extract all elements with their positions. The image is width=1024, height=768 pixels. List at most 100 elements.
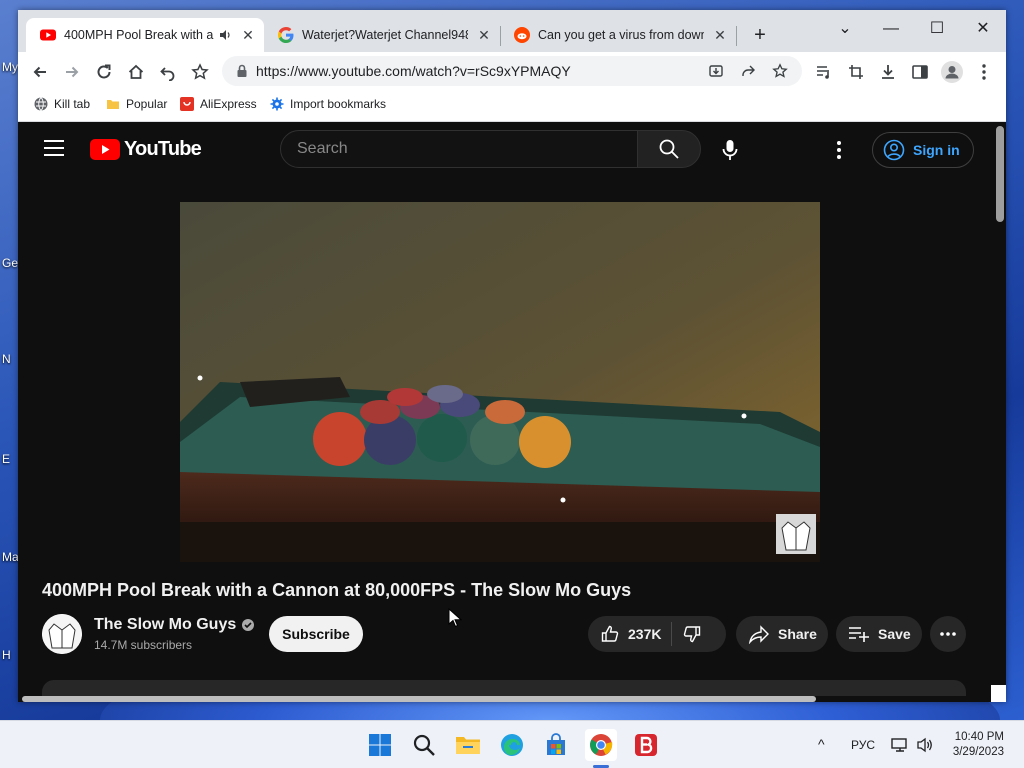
install-app-icon[interactable]: [706, 61, 726, 81]
b-app-icon[interactable]: [630, 729, 662, 761]
share-page-icon[interactable]: [738, 61, 758, 81]
bookmark-popular[interactable]: Popular: [106, 97, 167, 111]
taskbar: ^ РУС 10:40 PM 3/29/2023: [0, 720, 1024, 768]
bookmark-label: Import bookmarks: [290, 97, 387, 111]
close-tab-icon[interactable]: ✕: [712, 27, 728, 43]
chrome-icon[interactable]: [585, 729, 617, 761]
save-label: Save: [878, 626, 911, 642]
video-player[interactable]: [180, 202, 820, 562]
tab-title: Can you get a virus from downlo: [538, 28, 704, 42]
edge-icon[interactable]: [496, 729, 528, 761]
youtube-wordmark: YouTube: [124, 138, 202, 160]
horizontal-scroll-thumb[interactable]: [22, 696, 816, 702]
aliexpress-icon: [180, 97, 194, 111]
bookmark-import[interactable]: Import bookmarks: [270, 97, 386, 111]
crop-icon[interactable]: [844, 60, 868, 84]
tab-search-chevron-icon[interactable]: ⌄: [822, 16, 868, 44]
folder-icon: [107, 100, 119, 109]
star-icon[interactable]: [770, 61, 790, 81]
search-button[interactable]: [637, 130, 701, 168]
reddit-icon: [514, 27, 530, 43]
channel-name-link[interactable]: The Slow Mo Guys: [94, 616, 255, 634]
search-icon: [659, 139, 679, 159]
more-actions-button[interactable]: [930, 616, 966, 652]
download-icon[interactable]: [876, 60, 900, 84]
horizontal-scrollbar[interactable]: [18, 696, 993, 702]
close-window-button[interactable]: ✕: [960, 16, 1006, 44]
close-tab-icon[interactable]: ✕: [476, 27, 492, 43]
vertical-scrollbar[interactable]: [993, 122, 1006, 702]
clock-date: 3/29/2023: [952, 746, 1004, 758]
thumbs-down-icon: [684, 626, 701, 643]
lock-icon[interactable]: [234, 63, 250, 79]
tab-google[interactable]: Waterjet?Waterjet Channel948K ✕: [264, 18, 500, 52]
minimize-button[interactable]: —: [868, 16, 914, 44]
browser-window: 400MPH Pool Break with a C ✕ Waterjet?Wa…: [18, 10, 1006, 702]
search-field[interactable]: [280, 130, 638, 168]
subscriber-count: 14.7M subscribers: [94, 638, 193, 652]
volume-icon[interactable]: [914, 729, 936, 761]
tab-youtube[interactable]: 400MPH Pool Break with a C ✕: [26, 18, 264, 52]
share-button[interactable]: Share: [736, 616, 828, 652]
bookmark-label: Kill tab: [54, 97, 91, 111]
sign-in-button[interactable]: Sign in: [872, 132, 974, 168]
file-explorer-icon[interactable]: [452, 729, 484, 761]
channel-watermark[interactable]: [776, 514, 816, 554]
like-dislike-group: 237K: [588, 616, 726, 652]
language-indicator[interactable]: РУС: [851, 738, 875, 752]
desktop-icon-label[interactable]: N: [2, 352, 11, 366]
new-tab-button[interactable]: +: [748, 24, 772, 48]
sign-in-label: Sign in: [913, 142, 960, 158]
youtube-logo[interactable]: YouTube: [90, 138, 202, 161]
windows-start-icon[interactable]: [364, 729, 396, 761]
system-clock[interactable]: 10:40 PM 3/29/2023: [953, 730, 1004, 760]
chrome-menu-icon[interactable]: [972, 60, 996, 84]
network-icon[interactable]: [889, 729, 911, 761]
maximize-button[interactable]: ☐: [914, 16, 960, 44]
close-tab-icon[interactable]: ✕: [240, 27, 256, 43]
video-title: 400MPH Pool Break with a Cannon at 80,00…: [42, 580, 632, 600]
address-bar[interactable]: https://www.youtube.com/watch?v=rSc9xYPM…: [222, 56, 802, 86]
vertical-scroll-thumb[interactable]: [996, 126, 1004, 222]
search-icon[interactable]: [408, 729, 440, 761]
microphone-icon: [722, 140, 738, 160]
browser-toolbar: https://www.youtube.com/watch?v=rSc9xYPM…: [18, 52, 1006, 90]
home-icon[interactable]: [124, 60, 148, 84]
scrollbar-corner: [991, 685, 1006, 702]
thumbs-up-icon: [601, 625, 619, 642]
subscribe-button[interactable]: Subscribe: [269, 616, 363, 652]
bookmark-kill-tab[interactable]: Kill tab: [34, 97, 90, 111]
reload-icon[interactable]: [92, 60, 116, 84]
tab-reddit[interactable]: Can you get a virus from downlo ✕: [500, 18, 736, 52]
channel-avatar[interactable]: [42, 614, 82, 654]
undo-icon[interactable]: [156, 60, 180, 84]
save-button[interactable]: Save: [836, 616, 922, 652]
desktop-icon-label[interactable]: E: [2, 452, 10, 466]
tray-overflow-chevron-icon[interactable]: ^: [818, 736, 825, 752]
dislike-button[interactable]: [682, 624, 702, 644]
verified-check-icon: [242, 619, 255, 631]
desktop-icon-label[interactable]: My: [2, 60, 18, 74]
back-arrow-icon[interactable]: [28, 60, 52, 84]
hamburger-menu-icon[interactable]: [44, 140, 64, 158]
speaker-icon[interactable]: [218, 28, 232, 42]
bookmark-aliexpress[interactable]: AliExpress: [180, 97, 257, 111]
desktop-icon-label[interactable]: Ma: [2, 550, 19, 564]
profile-avatar-icon[interactable]: [940, 60, 964, 84]
search-input[interactable]: [281, 131, 637, 167]
bookmarks-bar: Kill tab Popular AliExpress Import bookm…: [18, 90, 1006, 122]
voice-search-button[interactable]: [710, 130, 750, 170]
side-panel-icon[interactable]: [908, 60, 932, 84]
desktop-icon-label[interactable]: H: [2, 648, 11, 662]
bookmark-star-icon[interactable]: [188, 60, 212, 84]
media-queue-icon[interactable]: [812, 60, 836, 84]
settings-more-icon[interactable]: [836, 140, 848, 160]
url-text[interactable]: https://www.youtube.com/watch?v=rSc9xYPM…: [256, 63, 571, 79]
video-frame: [180, 202, 820, 562]
tab-title: 400MPH Pool Break with a C: [64, 28, 214, 42]
bookmark-label: Popular: [126, 97, 168, 111]
store-icon[interactable]: [540, 729, 572, 761]
forward-arrow-icon[interactable]: [60, 60, 84, 84]
like-button[interactable]: 237K: [600, 624, 661, 644]
desktop-icon-label[interactable]: Ge: [2, 256, 18, 270]
